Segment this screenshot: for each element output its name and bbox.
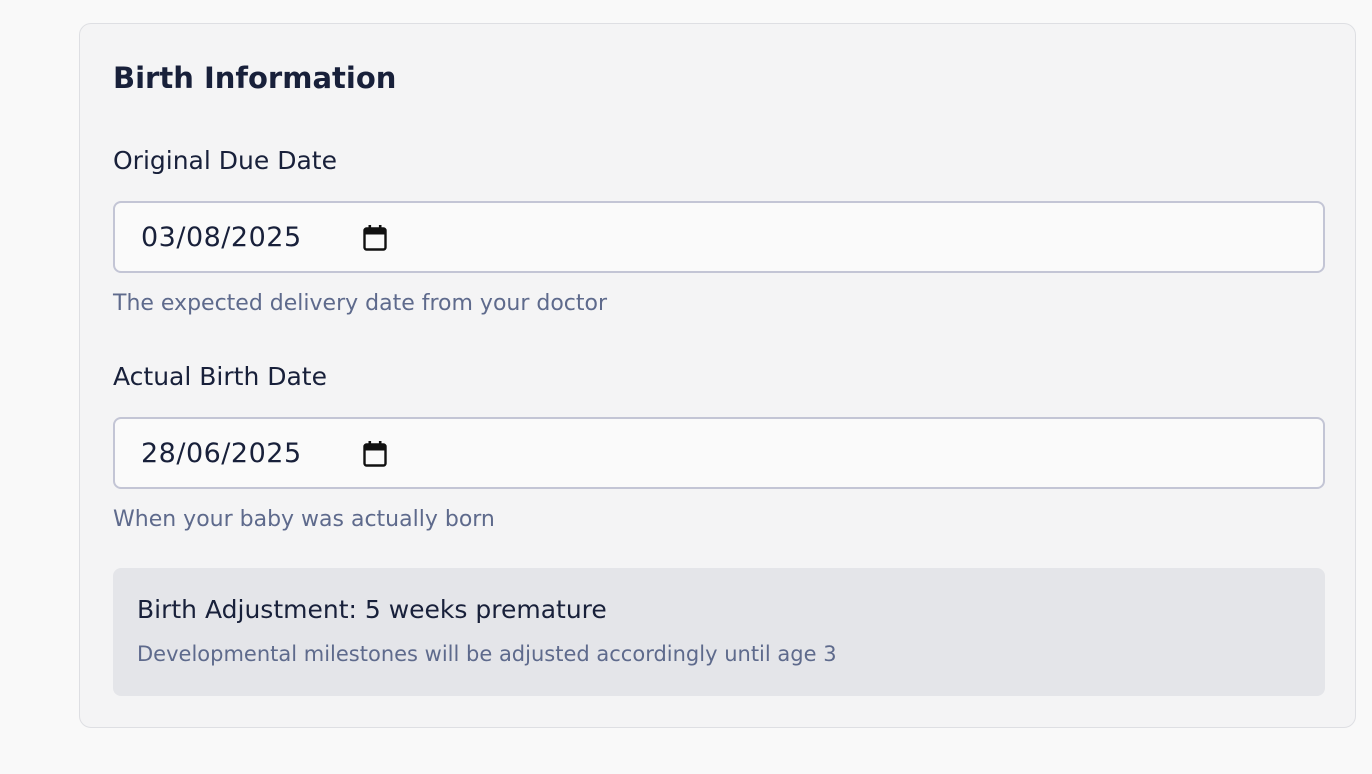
birth-date-hint: When your baby was actually born — [113, 507, 495, 532]
birth-date-input[interactable]: 28/06/2025 — [113, 417, 1325, 489]
due-date-hint: The expected delivery date from your doc… — [113, 291, 608, 316]
birth-date-label: Actual Birth Date — [113, 362, 327, 391]
due-date-label: Original Due Date — [113, 146, 337, 175]
due-date-value: 03/08/2025 — [141, 222, 302, 253]
birth-date-value: 28/06/2025 — [141, 438, 302, 469]
birth-adjustment-notice: Birth Adjustment: 5 weeks premature Deve… — [113, 568, 1325, 696]
due-date-input[interactable]: 03/08/2025 — [113, 201, 1325, 273]
birth-adjustment-title: Birth Adjustment: 5 weeks premature — [137, 595, 607, 624]
birth-information-card: Birth Information Original Due Date 03/0… — [79, 23, 1356, 728]
calendar-icon[interactable] — [363, 225, 387, 251]
birth-adjustment-note: Developmental milestones will be adjuste… — [137, 642, 837, 666]
section-title: Birth Information — [113, 61, 397, 95]
calendar-icon[interactable] — [363, 441, 387, 467]
